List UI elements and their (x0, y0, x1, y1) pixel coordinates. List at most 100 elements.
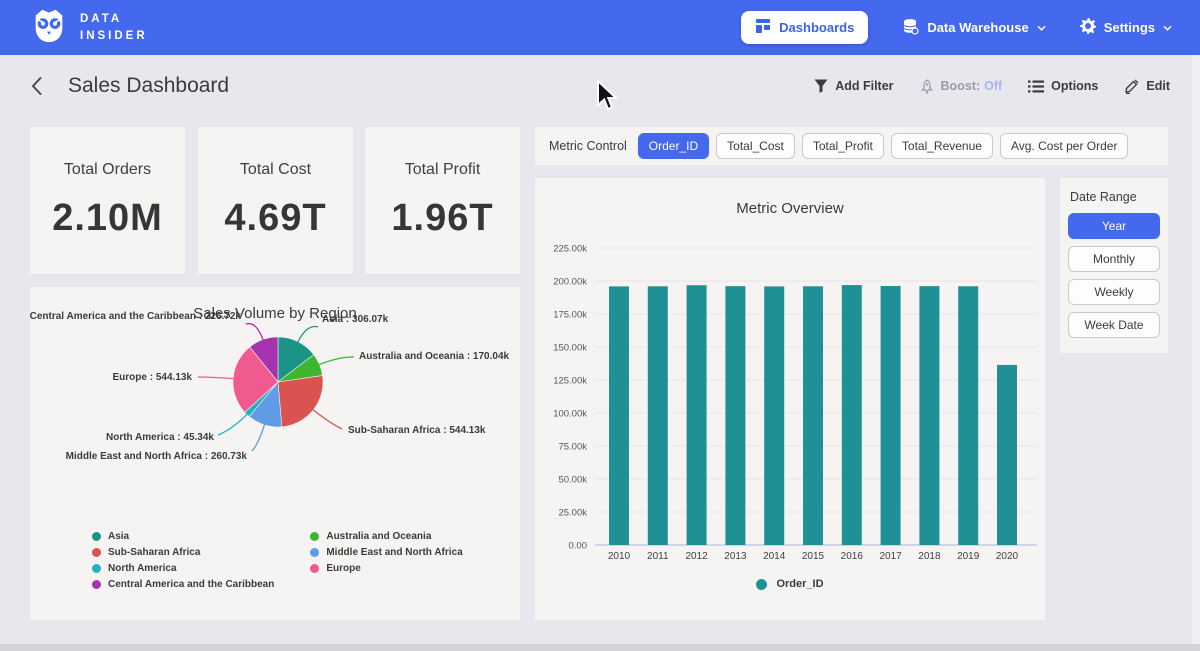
metric-option-total-profit[interactable]: Total_Profit (802, 133, 884, 159)
metric-option-total-revenue[interactable]: Total_Revenue (891, 133, 993, 159)
filter-icon (814, 79, 828, 93)
metric-control-strip: Metric Control Order_ID Total_Cost Total_P… (535, 127, 1168, 165)
dashboard-icon (755, 18, 771, 37)
legend-dot (92, 532, 101, 541)
svg-text:2013: 2013 (724, 551, 747, 562)
page-title: Sales Dashboard (68, 74, 229, 98)
legend-item[interactable]: Sub-Saharan Africa (92, 547, 274, 558)
svg-text:Australia and Oceania : 170.04: Australia and Oceania : 170.04k (359, 351, 510, 362)
svg-text:2012: 2012 (685, 551, 708, 562)
svg-text:2011: 2011 (647, 551, 669, 562)
svg-text:50.00k: 50.00k (558, 475, 587, 486)
back-button[interactable] (30, 75, 52, 97)
legend-label: Europe (326, 563, 360, 574)
legend-dot (92, 580, 101, 589)
legend-item[interactable]: Asia (92, 531, 274, 542)
kpi-label: Total Cost (240, 161, 311, 179)
brand-text: DATA INSIDER (80, 11, 148, 44)
kpi-label: Total Profit (405, 161, 481, 179)
svg-text:125.00k: 125.00k (553, 376, 587, 387)
rocket-icon (920, 79, 934, 94)
metric-overview-chart-card: Metric Overview 0.0025.00k50.00k75.00k10… (535, 178, 1045, 620)
svg-text:75.00k: 75.00k (558, 442, 587, 453)
date-range-panel: Date Range Year Monthly Weekly Week Date (1060, 178, 1168, 353)
date-range-option-year[interactable]: Year (1068, 213, 1160, 239)
svg-text:100.00k: 100.00k (553, 409, 587, 420)
svg-text:2015: 2015 (802, 551, 825, 562)
pie-chart[interactable]: Asia : 306.07k Australia and Oceania : 17… (30, 287, 520, 527)
svg-text:225.00k: 225.00k (553, 244, 587, 255)
database-icon (902, 18, 919, 38)
legend-label: North America (108, 563, 177, 574)
chevron-down-icon (1037, 25, 1046, 31)
pie-chart-legend: Asia Sub-Saharan Africa North America Centr… (92, 531, 463, 590)
metric-option-total-cost[interactable]: Total_Cost (716, 133, 795, 159)
boost-status: Off (984, 79, 1002, 93)
kpi-card-total-orders: Total Orders 2.10M (30, 127, 185, 274)
sales-volume-chart-card: Sales Volume by Region Asia : 306.07kAus… (30, 287, 520, 620)
date-range-option-monthly[interactable]: Monthly (1068, 246, 1160, 272)
kpi-value: 2.10M (52, 197, 163, 240)
legend-label: Middle East and North Africa (326, 547, 462, 558)
kpi-card-total-cost: Total Cost 4.69T (198, 127, 353, 274)
svg-text:Middle East and North Africa :: Middle East and North Africa : 260.73k (66, 451, 248, 462)
legend-item[interactable]: Middle East and North Africa (310, 547, 462, 558)
svg-text:0.00: 0.00 (569, 541, 588, 552)
add-filter-button[interactable]: Add Filter (814, 79, 893, 93)
legend-label: Sub-Saharan Africa (108, 547, 200, 558)
svg-text:Asia : 306.07k: Asia : 306.07k (322, 314, 389, 325)
legend-label: Central America and the Caribbean (108, 579, 274, 590)
nav-dashboards-button[interactable]: Dashboards (741, 11, 868, 44)
legend-dot (92, 564, 101, 573)
chevron-down-icon (1163, 25, 1172, 31)
metric-option-order-id[interactable]: Order_ID (638, 133, 709, 159)
list-icon (1028, 80, 1044, 93)
kpi-value: 4.69T (224, 197, 326, 240)
kpi-label: Total Orders (64, 161, 151, 179)
nav-data-warehouse-label: Data Warehouse (927, 20, 1028, 35)
boost-toggle[interactable]: Boost: Off (920, 79, 1003, 94)
brand[interactable]: DATA INSIDER (30, 6, 148, 49)
svg-text:2014: 2014 (763, 551, 786, 562)
svg-text:150.00k: 150.00k (553, 343, 587, 354)
metric-option-avg-cost-per-order[interactable]: Avg. Cost per Order (1000, 133, 1129, 159)
bottom-strip (0, 644, 1200, 651)
legend-label: Australia and Oceania (326, 531, 431, 542)
edit-button[interactable]: Edit (1124, 79, 1170, 94)
svg-text:2019: 2019 (957, 551, 980, 562)
kpi-card-total-profit: Total Profit 1.96T (365, 127, 520, 274)
scrollbar-rail[interactable] (1192, 55, 1200, 651)
legend-item[interactable]: Central America and the Caribbean (92, 579, 274, 590)
svg-text:Central America and the Caribb: Central America and the Caribbean : 226.… (30, 311, 241, 322)
svg-text:175.00k: 175.00k (553, 310, 587, 321)
date-range-option-weekly[interactable]: Weekly (1068, 279, 1160, 305)
page-header: Sales Dashboard Add Filter Boost: Off Op… (0, 55, 1200, 117)
legend-label: Asia (108, 531, 129, 542)
svg-text:Sub-Saharan Africa : 544.13k: Sub-Saharan Africa : 544.13k (348, 425, 486, 436)
nav-settings-button[interactable]: Settings (1080, 18, 1172, 37)
svg-text:200.00k: 200.00k (553, 277, 587, 288)
date-range-option-week-date[interactable]: Week Date (1068, 312, 1160, 338)
date-range-label: Date Range (1070, 190, 1160, 204)
nav-settings-label: Settings (1104, 20, 1155, 35)
bar-chart[interactable]: 0.00 25.00k 50.00k 75.00k 100.00k 125.00k 150.… (535, 178, 1045, 573)
legend-item[interactable]: Europe (310, 563, 462, 574)
svg-text:25.00k: 25.00k (558, 508, 587, 519)
svg-text:2020: 2020 (996, 551, 1019, 562)
svg-text:2010: 2010 (608, 551, 631, 562)
nav-data-warehouse-button[interactable]: Data Warehouse (902, 18, 1045, 38)
metric-control-label: Metric Control (549, 139, 627, 153)
legend-dot (92, 548, 101, 557)
svg-text:2017: 2017 (879, 551, 902, 562)
legend-item[interactable]: Australia and Oceania (310, 531, 462, 542)
bar-legend-label: Order_ID (776, 578, 823, 590)
legend-dot (756, 579, 767, 590)
top-navbar: DATA INSIDER Dashboards (0, 0, 1200, 55)
gear-icon (1080, 18, 1096, 37)
options-button[interactable]: Options (1028, 79, 1098, 93)
bar-chart-legend: Order_ID (535, 578, 1045, 590)
legend-dot (310, 548, 319, 557)
legend-item[interactable]: North America (92, 563, 274, 574)
owl-logo-icon (30, 6, 68, 49)
nav-dashboards-label: Dashboards (779, 20, 854, 35)
